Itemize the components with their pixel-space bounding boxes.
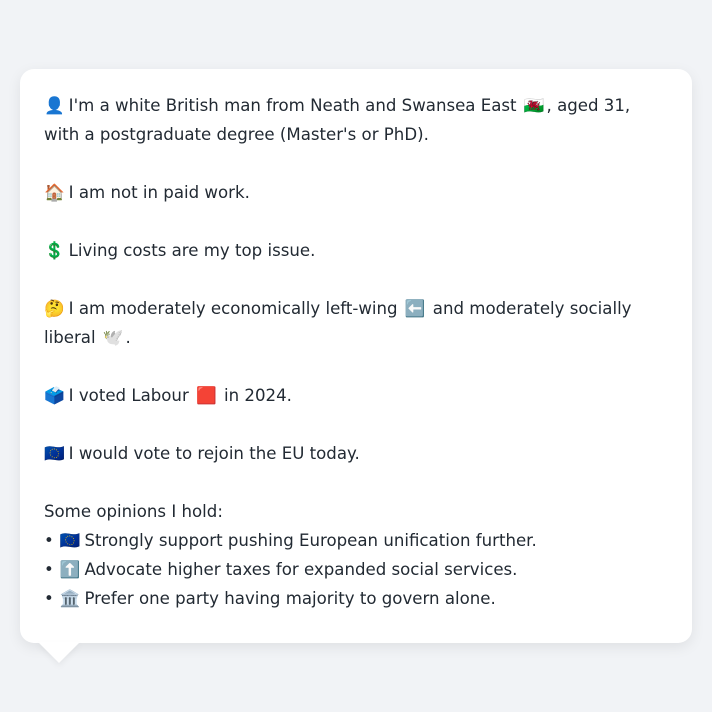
person-icon: 👤	[44, 96, 65, 115]
ideology-text-end: .	[125, 328, 131, 347]
bullet: •	[44, 589, 54, 608]
persona-message-card: 👤 I'm a white British man from Neath and …	[20, 69, 692, 643]
ballot-box-icon: 🗳️	[44, 386, 65, 405]
eu-flag-icon: 🇪🇺	[59, 531, 81, 550]
wales-flag-icon: 🏴󠁧󠁢󠁷󠁬󠁳󠁿	[523, 96, 545, 115]
eu-text: I would vote to rejoin the EU today.	[68, 444, 360, 463]
dollar-icon: 💲	[44, 241, 65, 260]
work-text: I am not in paid work.	[68, 183, 250, 202]
identity-text: I'm a white British man from Neath and S…	[68, 96, 517, 115]
ideology-text: I am moderately economically left-wing	[68, 299, 398, 318]
issue-text: Living costs are my top issue.	[68, 241, 316, 260]
red-square-icon: 🟥	[196, 386, 217, 405]
opinion-item: • ⬆️ Advocate higher taxes for expanded so…	[44, 555, 668, 584]
bullet: •	[44, 531, 54, 550]
vote-text-continued: in 2024.	[224, 386, 292, 405]
classical-building-icon: 🏛️	[59, 589, 81, 608]
opinion-text: Advocate higher taxes for expanded socia…	[84, 560, 518, 579]
identity-line: 👤 I'm a white British man from Neath and …	[44, 91, 668, 149]
opinions-heading: Some opinions I hold:	[44, 502, 223, 521]
vote-text: I voted Labour	[68, 386, 189, 405]
up-arrow-icon: ⬆️	[59, 560, 81, 579]
opinion-item: • 🇪🇺 Strongly support pushing European uni…	[44, 526, 668, 555]
ideology-line: 🤔 I am moderately economically left-wing …	[44, 294, 668, 352]
work-line: 🏠 I am not in paid work.	[44, 178, 668, 207]
vote-line: 🗳️ I voted Labour 🟥 in 2024.	[44, 381, 668, 410]
bullet: •	[44, 560, 54, 579]
eu-flag-icon: 🇪🇺	[44, 444, 65, 463]
house-icon: 🏠	[44, 183, 65, 202]
issue-line: 💲 Living costs are my top issue.	[44, 236, 668, 265]
left-arrow-icon: ⬅️	[404, 299, 426, 318]
opinion-item: • 🏛️ Prefer one party having majority to g…	[44, 584, 668, 613]
speech-bubble-tail	[38, 642, 80, 663]
opinion-text: Prefer one party having majority to gove…	[84, 589, 496, 608]
thinking-face-icon: 🤔	[44, 299, 65, 318]
eu-line: 🇪🇺 I would vote to rejoin the EU today.	[44, 439, 668, 468]
dove-icon: 🕊️	[102, 328, 124, 347]
opinions-list: • 🇪🇺 Strongly support pushing European uni…	[44, 526, 668, 613]
opinion-text: Strongly support pushing European unific…	[84, 531, 537, 550]
